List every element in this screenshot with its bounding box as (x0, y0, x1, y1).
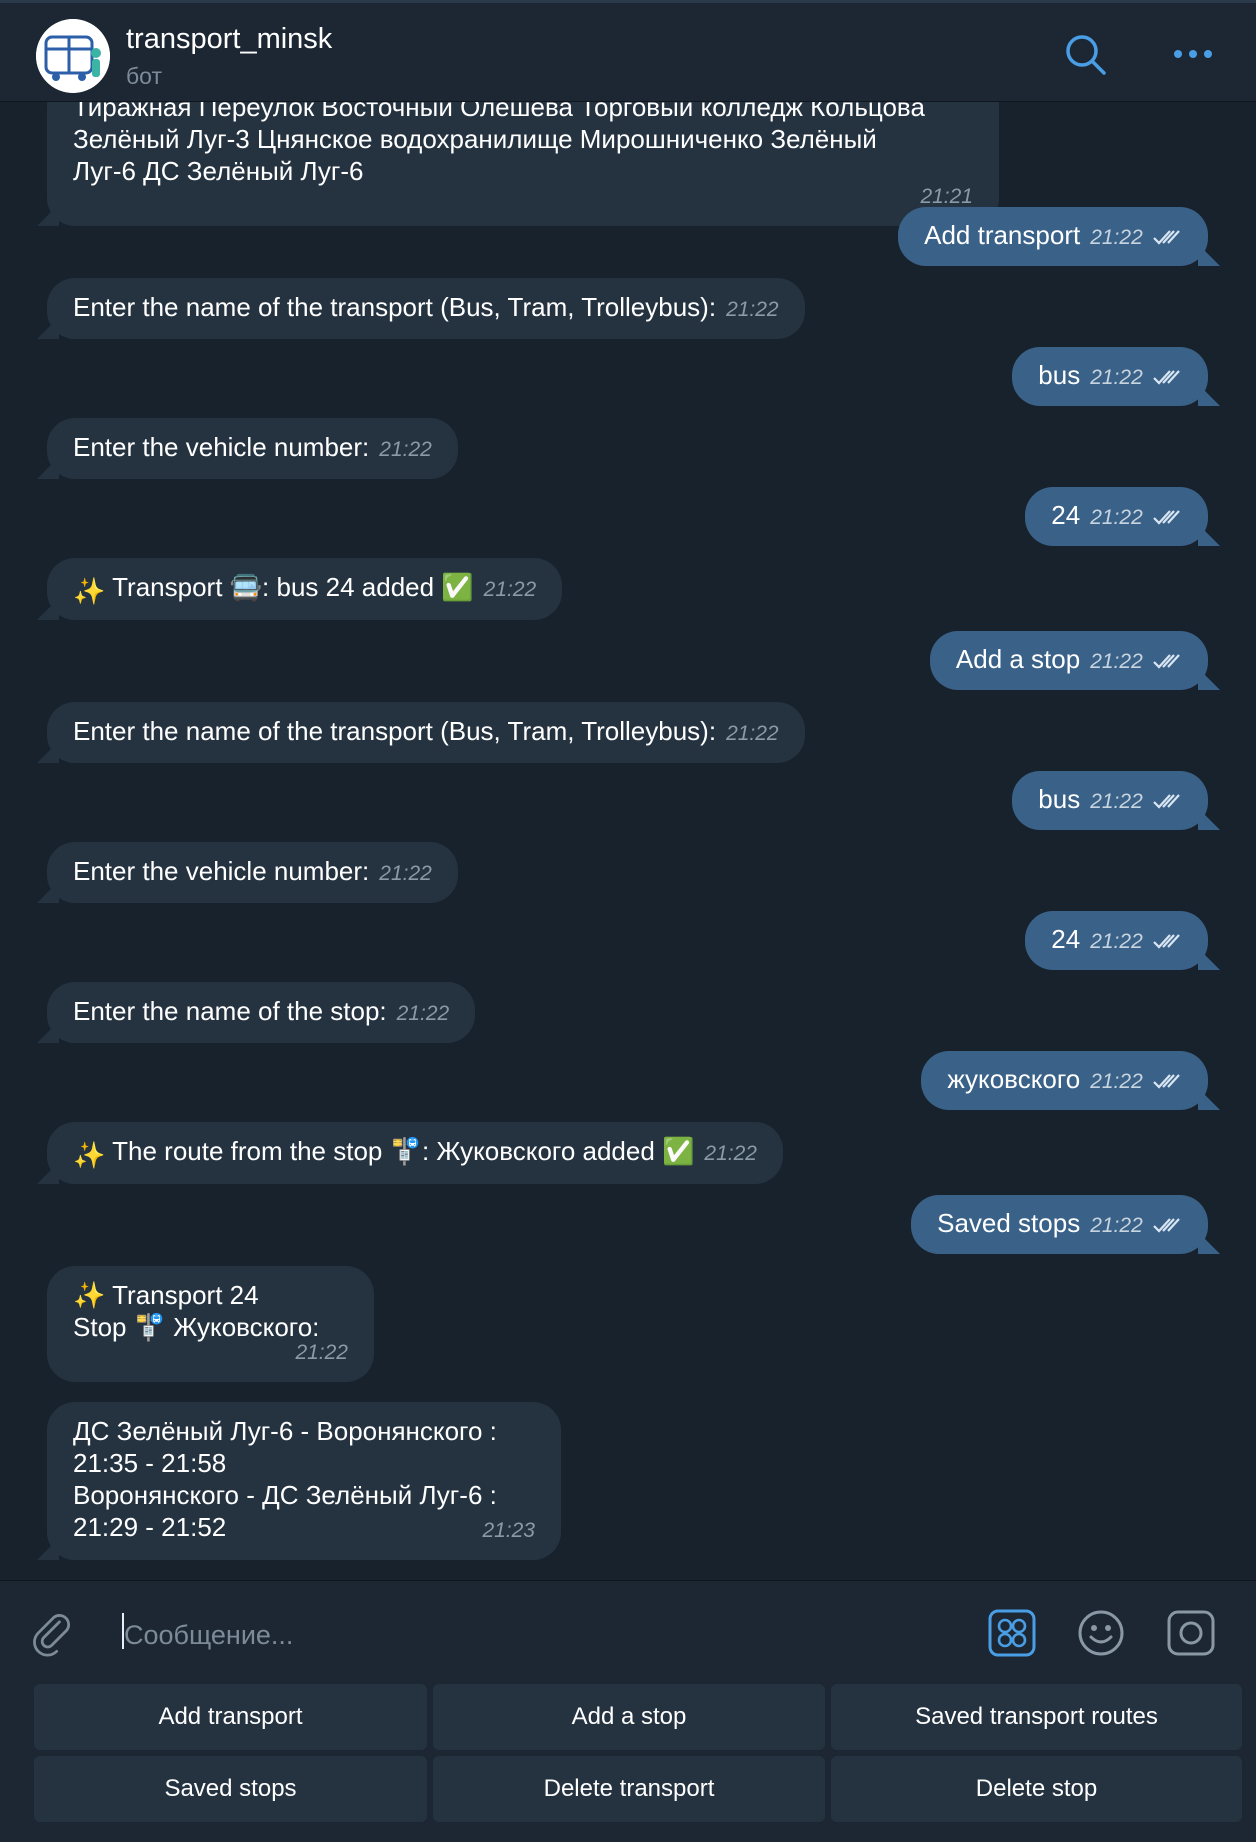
message-incoming[interactable]: Тиражная Переулок Восточный Олешева Торг… (47, 102, 999, 226)
bot-keyboard: Add transport Add a stop Saved transport… (0, 1684, 1256, 1842)
message-text: 24 (1051, 500, 1081, 530)
message-text: The route from the stop 🚏: Жуковского ad… (112, 1136, 695, 1166)
message-text: Воронянского - ДС Зелёный Луг-6 : (73, 1480, 497, 1510)
message-incoming[interactable]: Enter the name of the transport (Bus, Tr… (47, 278, 805, 339)
message-time: 21:22 (1090, 790, 1143, 813)
message-text: ДС Зелёный Луг-6 - Воронянского : (73, 1416, 497, 1446)
attach-icon[interactable] (30, 1609, 78, 1657)
message-text: Enter the name of the transport (Bus, Tr… (73, 716, 717, 746)
message-text: Тиражная Переулок Восточный Олешева Торг… (73, 102, 925, 122)
message-text: bus (1038, 360, 1081, 390)
message-time: 21:22 (726, 722, 779, 745)
double-check-icon (1153, 510, 1180, 525)
message-text: Add a stop (955, 644, 1081, 674)
emoji-icon[interactable] (1077, 1609, 1125, 1657)
message-text: ✨ Transport 24 (73, 1280, 259, 1310)
message-composer (0, 1580, 1256, 1685)
message-text: 24 (1051, 924, 1081, 954)
sparkles-icon: ✨ (73, 576, 106, 606)
message-time: 21:22 (704, 1142, 757, 1165)
chat-title[interactable]: transport_minsk (126, 23, 332, 56)
message-time: 21:22 (396, 1002, 450, 1025)
message-text: Transport 🚍: bus 24 added ✅ (112, 572, 474, 602)
message-time: 21:22 (1090, 930, 1143, 953)
message-text: 21:35 - 21:58 (73, 1448, 227, 1478)
message-text: Enter the vehicle number: (73, 432, 370, 462)
message-incoming[interactable]: ✨ The route from the stop 🚏: Жуковского … (47, 1122, 783, 1184)
message-incoming[interactable]: ДС Зелёный Луг-6 - Воронянского : 21:35 … (47, 1402, 561, 1560)
bus-avatar-icon[interactable] (36, 19, 110, 93)
saved-stops-button[interactable]: Saved stops (34, 1756, 427, 1822)
message-text: жуковского (947, 1064, 1081, 1094)
message-time: 21:22 (1090, 1070, 1143, 1093)
message-incoming[interactable]: Enter the name of the stop: 21:22 (47, 982, 476, 1043)
message-incoming[interactable]: Enter the vehicle number: 21:22 (47, 418, 458, 479)
message-text: Enter the name of the transport (Bus, Tr… (73, 292, 717, 322)
keyboard-icon[interactable] (988, 1609, 1036, 1657)
message-outgoing[interactable]: Add transport 21:22 (898, 207, 1208, 266)
message-text: Saved stops (937, 1208, 1081, 1238)
chat-header: transport_minsk бот (0, 0, 1256, 102)
message-incoming[interactable]: Enter the vehicle number: 21:22 (47, 842, 458, 903)
double-check-icon (1153, 794, 1180, 809)
add-transport-button[interactable]: Add transport (34, 1684, 427, 1750)
double-check-icon (1153, 1074, 1180, 1089)
message-text: Зелёный Луг-3 Цнянское водохранилище Мир… (73, 124, 877, 154)
saved-transport-routes-button[interactable]: Saved transport routes (831, 1684, 1242, 1750)
message-text: bus (1038, 784, 1081, 814)
message-time: 21:22 (1090, 1214, 1143, 1237)
camera-icon[interactable] (1166, 1609, 1216, 1657)
message-text: Add transport (924, 220, 1081, 250)
message-time: 21:22 (1090, 366, 1143, 389)
message-outgoing[interactable]: bus 21:22 (1012, 771, 1208, 830)
message-incoming[interactable]: ✨ Transport 🚍: bus 24 added ✅ 21:22 (47, 558, 563, 620)
message-incoming[interactable]: ✨ Transport 24 Stop 🚏 Жуковского: 21:22 (47, 1266, 374, 1382)
chat-subtitle: бот (126, 63, 162, 89)
message-text: Enter the vehicle number: (73, 856, 370, 886)
delete-transport-button[interactable]: Delete transport (433, 1756, 825, 1822)
message-outgoing[interactable]: 24 21:22 (1025, 911, 1208, 970)
add-stop-button[interactable]: Add a stop (433, 1684, 825, 1750)
double-check-icon (1153, 230, 1180, 245)
message-time: 21:22 (379, 862, 432, 885)
search-icon[interactable] (1064, 33, 1108, 77)
double-check-icon (1153, 934, 1180, 949)
message-text: Enter the name of the stop: (73, 996, 387, 1026)
double-check-icon (1153, 370, 1180, 385)
message-time: 21:22 (1090, 506, 1143, 529)
message-list[interactable]: Тиражная Переулок Восточный Олешева Торг… (0, 102, 1256, 1580)
double-check-icon (1153, 654, 1180, 669)
sparkles-icon: ✨ (73, 1140, 106, 1170)
message-time: 21:22 (379, 438, 432, 461)
double-check-icon (1153, 1218, 1180, 1233)
message-time: 21:22 (483, 578, 537, 601)
message-outgoing[interactable]: 24 21:22 (1025, 487, 1208, 546)
more-icon[interactable] (1172, 47, 1214, 61)
message-time: 21:22 (726, 298, 779, 321)
message-incoming[interactable]: Enter the name of the transport (Bus, Tr… (47, 702, 805, 763)
message-outgoing[interactable]: bus 21:22 (1012, 347, 1208, 406)
message-outgoing[interactable]: Saved stops 21:22 (911, 1195, 1208, 1254)
text-cursor (122, 1613, 124, 1649)
message-outgoing[interactable]: Add a stop 21:22 (929, 631, 1208, 690)
message-time: 21:22 (1090, 650, 1143, 673)
message-outgoing[interactable]: жуковского 21:22 (921, 1051, 1208, 1110)
message-time: 21:22 (1090, 226, 1143, 249)
delete-stop-button[interactable]: Delete stop (831, 1756, 1242, 1822)
message-input[interactable] (122, 1609, 946, 1661)
